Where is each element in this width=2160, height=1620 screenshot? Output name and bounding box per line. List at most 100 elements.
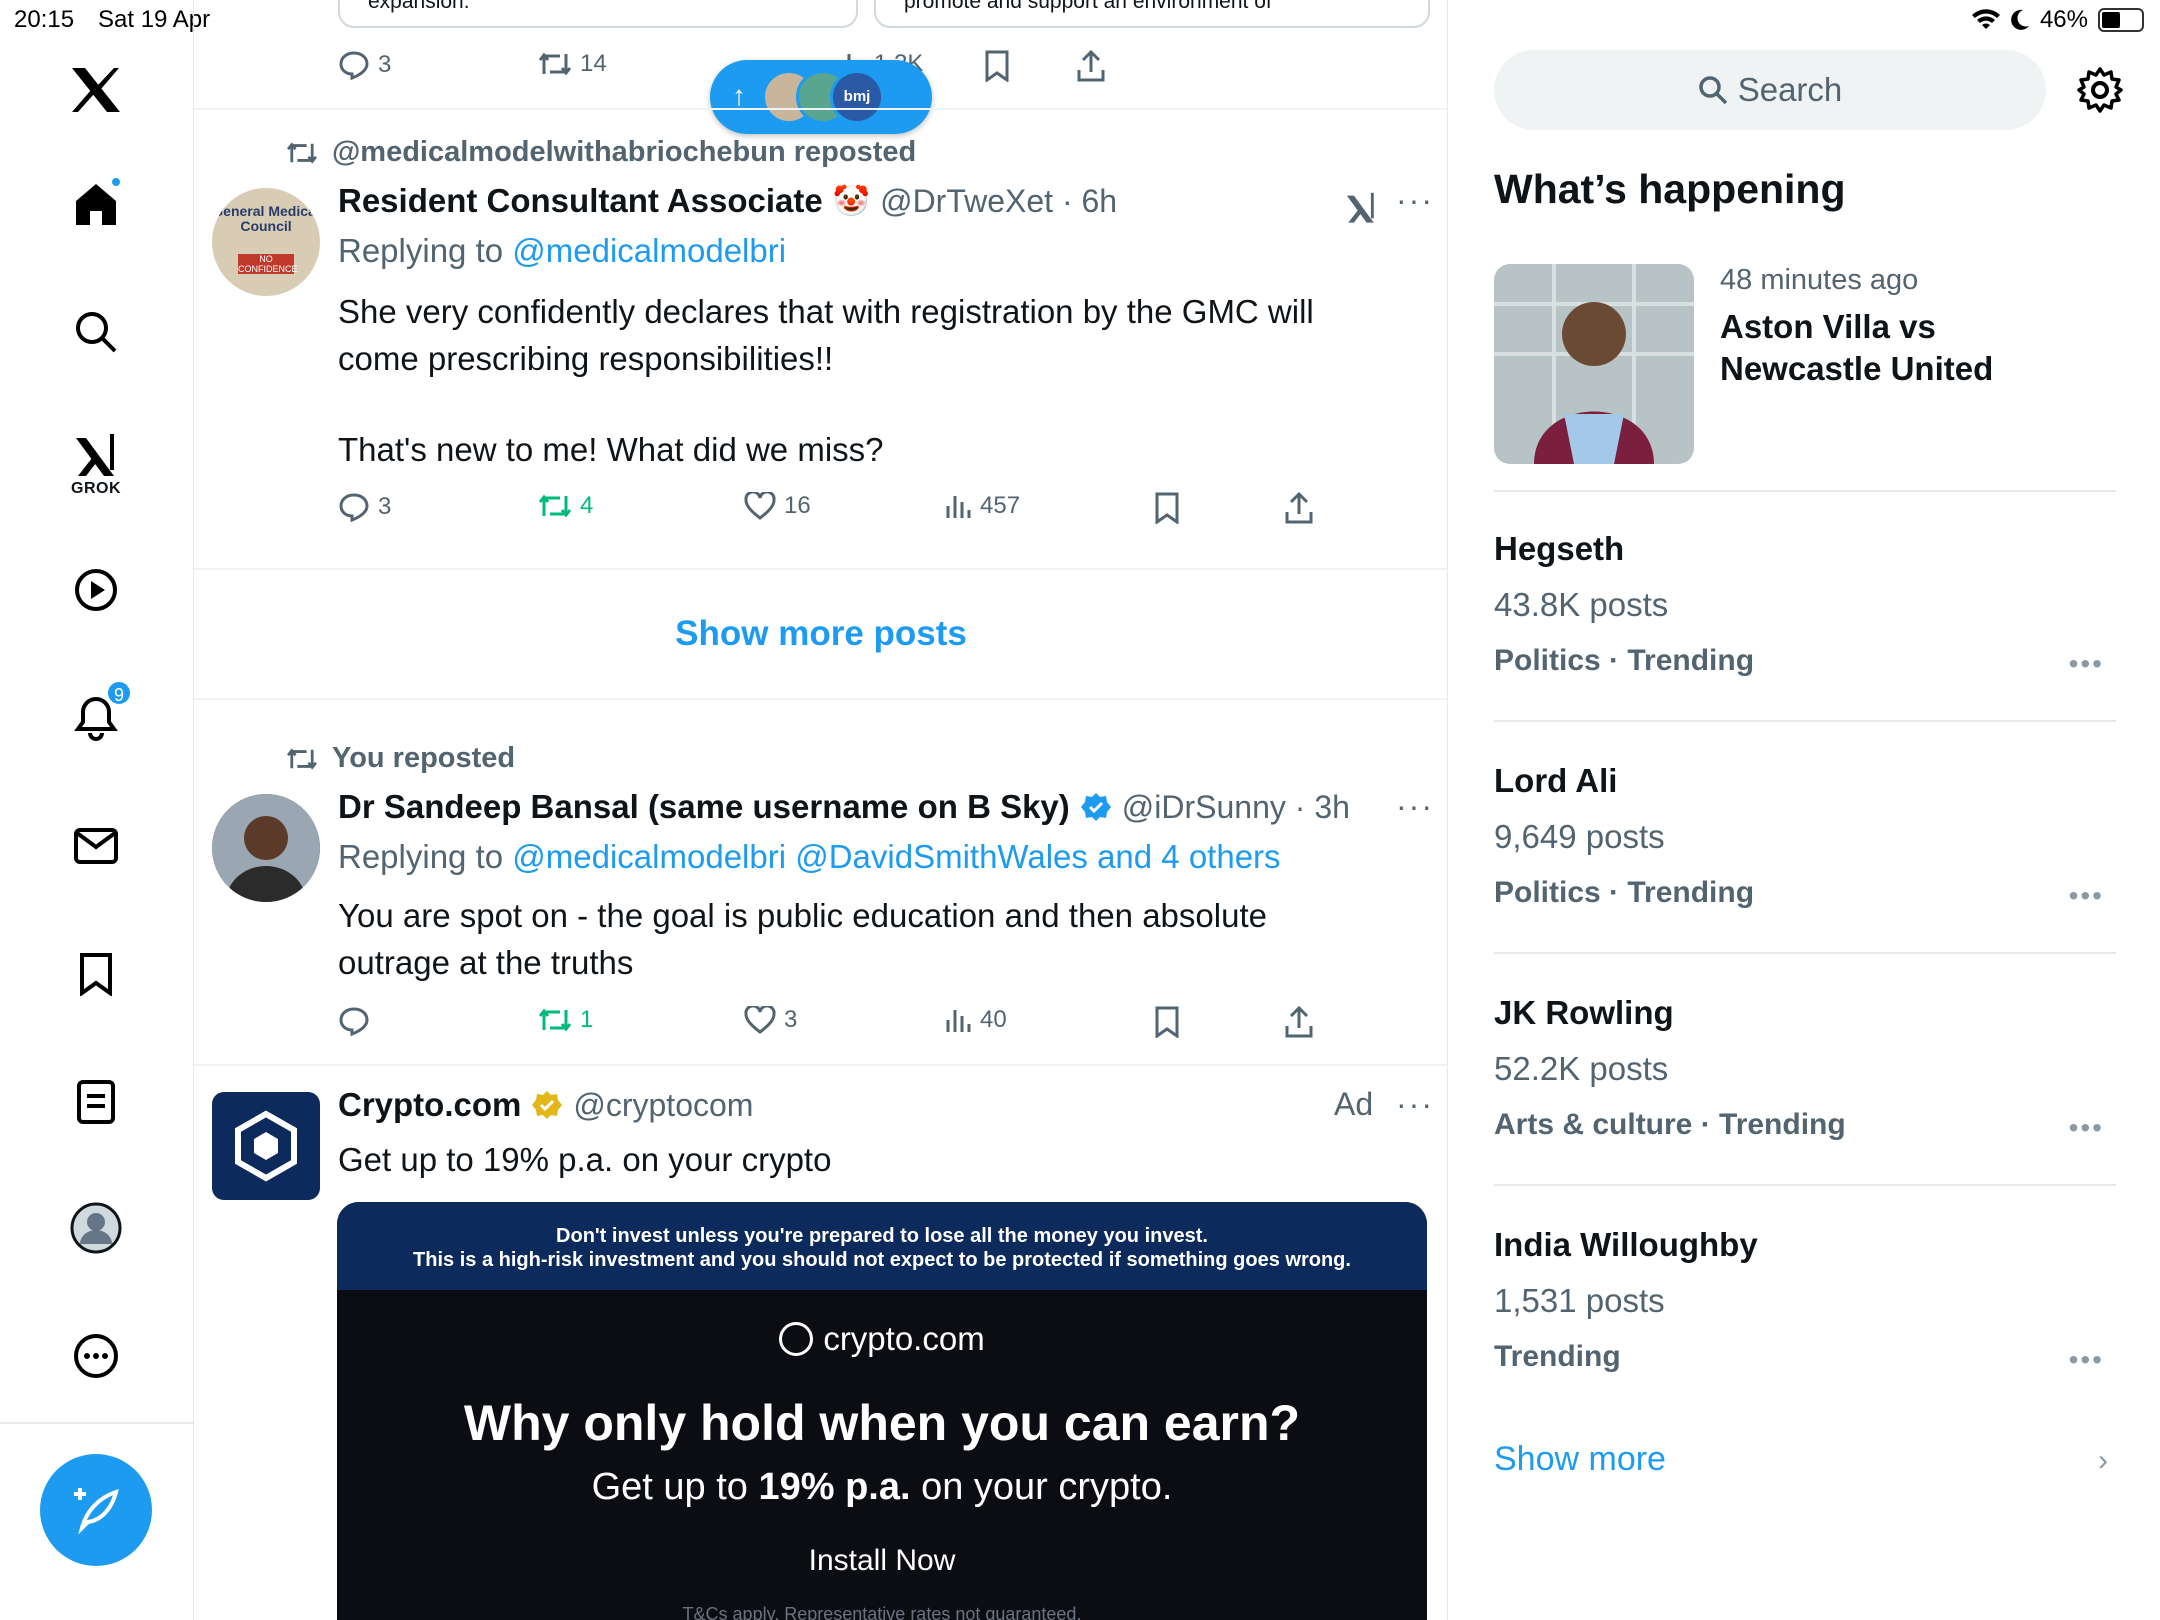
views-button[interactable]: 457	[944, 492, 1020, 520]
trend-category: Politics · Trending	[1494, 876, 1755, 909]
nav-home[interactable]	[66, 174, 126, 234]
home-unread-dot	[110, 176, 122, 188]
repost-button[interactable]: 1	[538, 1006, 593, 1034]
ad-media-card[interactable]: Don't invest unless you're prepared to l…	[337, 1202, 1427, 1620]
handle[interactable]: @cryptocom	[573, 1087, 753, 1124]
repost-button[interactable]: 14	[538, 50, 607, 78]
trend-item[interactable]: Lord Ali 9,649 posts Politics · Trending…	[1494, 762, 2116, 962]
views-icon	[946, 1010, 971, 1032]
ad-sub-post: on your crypto.	[910, 1466, 1173, 1508]
more-options-icon[interactable]: •••	[2069, 1344, 2104, 1376]
bookmark-button[interactable]	[1154, 492, 1180, 524]
more-options-icon[interactable]: •••	[2069, 648, 2104, 680]
bookmark-button[interactable]	[1154, 1006, 1180, 1038]
reply-button[interactable]: 3	[338, 492, 391, 522]
ad-label: Ad	[1334, 1086, 1374, 1122]
nav-profile[interactable]	[66, 1198, 126, 1258]
like-button[interactable]: 3	[744, 1006, 797, 1034]
play-icon	[75, 569, 117, 611]
ad-brand: crypto.com	[337, 1320, 1427, 1358]
share-button[interactable]	[1284, 1006, 1314, 1038]
tweet-text-line: You are spot on - the goal is public edu…	[338, 897, 1267, 934]
handle-time[interactable]: @DrTweXet · 6h	[880, 183, 1117, 220]
nav-grok[interactable]	[66, 424, 126, 484]
install-now-button[interactable]: Install Now	[337, 1544, 1427, 1578]
right-sidebar: Search What’s happening 48 minutes ago A…	[1448, 0, 2160, 1620]
clown-emoji: 🤡	[832, 184, 871, 218]
avatar[interactable]	[212, 794, 320, 902]
tweet-text-line: come prescribing responsibilities!!	[338, 340, 834, 377]
avatar[interactable]: General Medical Council NO CONFIDENCE	[212, 188, 320, 296]
share-icon	[1285, 1006, 1313, 1038]
divider	[1494, 1184, 2116, 1186]
compose-button[interactable]	[40, 1454, 152, 1566]
more-options-icon[interactable]: ···	[1396, 182, 1434, 219]
like-count: 3	[784, 1006, 798, 1033]
author-name[interactable]: Crypto.com	[338, 1086, 521, 1124]
more-options-icon[interactable]: •••	[2069, 880, 2104, 912]
nav-explore[interactable]	[66, 302, 126, 362]
replying-handle[interactable]: @medicalmodelbri	[512, 232, 786, 269]
nav-notifications[interactable]: 9	[66, 680, 132, 748]
nav-video[interactable]	[66, 560, 126, 620]
trend-category: Politics · Trending	[1494, 644, 1755, 677]
tweet-text-line: That's new to me! What did we miss?	[338, 431, 884, 468]
quote-card-right[interactable]: promote and support an environment of	[874, 0, 1430, 28]
reply-button[interactable]	[338, 1006, 370, 1036]
trend-count: 52.2K posts	[1494, 1050, 1669, 1087]
views-button[interactable]: 40	[944, 1006, 1007, 1034]
footballer-photo	[1494, 264, 1694, 464]
tweet-text: You are spot on - the goal is public edu…	[338, 892, 1418, 986]
tweet-ad-crypto[interactable]: Crypto.com @cryptocom Ad ··· Get up to 1…	[194, 1066, 1447, 1620]
news-title[interactable]: Aston Villa vs Newcastle United	[1720, 306, 2050, 390]
bookmark-icon	[1155, 1006, 1179, 1038]
share-icon	[1077, 50, 1105, 82]
gear-icon[interactable]	[2076, 66, 2124, 114]
bookmark-icon	[80, 953, 112, 996]
handle-time[interactable]: @iDrSunny · 3h	[1122, 789, 1350, 826]
news-thumbnail[interactable]	[1494, 264, 1694, 464]
grok-icon[interactable]	[1344, 188, 1378, 226]
nav-more[interactable]	[66, 1326, 126, 1386]
replying-handles[interactable]: @medicalmodelbri @DavidSmithWales and 4 …	[512, 838, 1280, 875]
share-button[interactable]	[1284, 492, 1314, 524]
replying-to: Replying to @medicalmodelbri	[338, 232, 786, 270]
tweet-resident-consultant[interactable]: @medicalmodelwithabriochebun reposted Ge…	[194, 108, 1447, 568]
quote-card-left[interactable]: expansion.	[338, 0, 858, 28]
trend-item[interactable]: Hegseth 43.8K posts Politics · Trending …	[1494, 530, 2116, 730]
reply-button[interactable]: 3	[338, 50, 391, 80]
trend-name: India Willoughby	[1494, 1226, 1758, 1263]
repost-icon	[538, 494, 572, 518]
ad-fine-print: T&Cs apply. Representative rates not gua…	[682, 1604, 1082, 1620]
gold-verified-badge-icon	[532, 1091, 563, 1119]
trend-item[interactable]: JK Rowling 52.2K posts Arts & culture · …	[1494, 994, 2116, 1194]
more-options-icon[interactable]: •••	[2069, 1112, 2104, 1144]
nav-lists[interactable]	[66, 1072, 126, 1132]
repost-context: @medicalmodelwithabriochebun reposted	[286, 136, 916, 169]
like-button[interactable]: 16	[744, 492, 811, 520]
verified-badge-icon	[1080, 793, 1111, 821]
author-name[interactable]: Dr Sandeep Bansal (same username on B Sk…	[338, 788, 1070, 826]
tweet-sandeep-bansal[interactable]: You reposted Dr Sandeep Bansal (same use…	[194, 700, 1447, 1064]
show-more-link[interactable]: Show more	[1494, 1440, 1666, 1479]
replying-prefix: Replying to	[338, 838, 504, 875]
crypto-avatar[interactable]	[212, 1092, 320, 1200]
repost-button[interactable]: 4	[538, 492, 593, 520]
bookmark-icon	[1155, 492, 1179, 524]
more-options-icon[interactable]: ···	[1396, 788, 1434, 825]
trend-name: JK Rowling	[1494, 994, 1674, 1031]
nav-messages[interactable]	[66, 816, 126, 876]
author-name[interactable]: Resident Consultant Associate	[338, 182, 823, 220]
share-button[interactable]	[1076, 50, 1106, 82]
trend-name: Hegseth	[1494, 530, 1625, 567]
nav-bookmarks[interactable]	[66, 944, 126, 1004]
tweet-text-line: outrage at the truths	[338, 944, 634, 981]
search-input[interactable]: Search	[1494, 50, 2046, 130]
trend-item[interactable]: India Willoughby 1,531 posts Trending ••…	[1494, 1226, 2116, 1426]
more-options-icon[interactable]: ···	[1396, 1086, 1434, 1123]
repost-count: 4	[580, 492, 594, 519]
bookmark-button[interactable]	[984, 50, 1010, 82]
show-more-posts-button[interactable]: Show more posts	[194, 570, 1447, 698]
x-logo[interactable]	[66, 60, 126, 120]
divider	[1494, 952, 2116, 954]
